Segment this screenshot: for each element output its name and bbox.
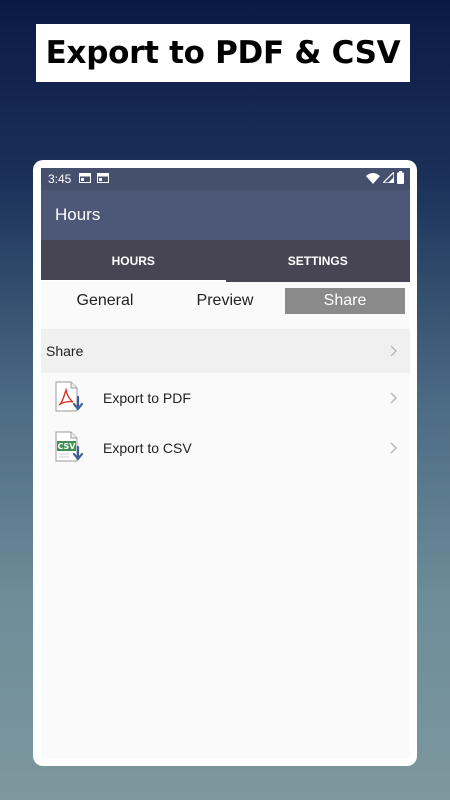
export-pdf-row[interactable]: Export to PDF — [41, 373, 410, 423]
export-pdf-label: Export to PDF — [103, 390, 191, 406]
battery-icon — [397, 171, 404, 184]
pdf-file-icon — [55, 381, 84, 412]
app-bar: Hours — [41, 190, 410, 240]
promo-banner: Export to PDF & CSV — [36, 24, 410, 82]
app-title: Hours — [55, 205, 101, 224]
segment-share[interactable]: Share — [285, 288, 405, 314]
chevron-right-icon — [390, 442, 397, 454]
tab-bar: HOURS SETTINGS — [41, 240, 410, 282]
tab-settings[interactable]: SETTINGS — [226, 240, 411, 282]
segmented-control: General Preview Share — [41, 282, 410, 326]
status-time: 3:45 — [48, 172, 72, 186]
csv-icon-text: CSV — [58, 442, 77, 451]
status-bar: 3:45 — [41, 168, 410, 190]
status-icons — [366, 171, 404, 184]
app-screen: 3:45 Hours HOURS SETTINGS General Previe… — [41, 168, 410, 758]
promo-banner-title: Export to PDF & CSV — [45, 35, 401, 71]
share-section-label: Share — [46, 343, 84, 359]
segment-general[interactable]: General — [45, 288, 165, 314]
chevron-right-icon — [390, 392, 397, 404]
signal-icon — [383, 172, 394, 183]
tab-hours[interactable]: HOURS — [41, 240, 226, 282]
chevron-right-icon — [390, 345, 397, 357]
calendar-icon — [97, 173, 109, 183]
tab-hours-label: HOURS — [111, 254, 155, 268]
wifi-icon — [366, 172, 380, 184]
share-section-header[interactable]: Share — [41, 329, 410, 373]
tab-settings-label: SETTINGS — [287, 254, 348, 268]
csv-file-icon: CSV — [55, 431, 84, 462]
calendar-icon — [79, 173, 91, 183]
phone-frame: 3:45 Hours HOURS SETTINGS General Previe… — [33, 160, 417, 766]
export-csv-row[interactable]: CSV Export to CSV — [41, 423, 410, 473]
export-csv-label: Export to CSV — [103, 440, 192, 456]
segment-preview[interactable]: Preview — [165, 288, 285, 314]
